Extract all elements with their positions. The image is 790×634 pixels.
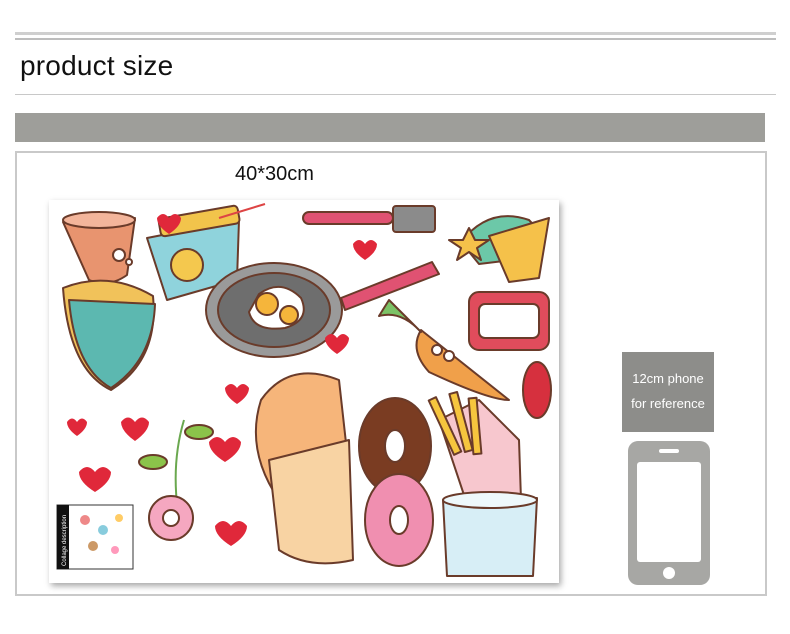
dimension-label: 40*30cm xyxy=(235,163,314,185)
bread-sticker xyxy=(254,372,354,565)
sticker-sheet-image: Collage description xyxy=(49,200,559,583)
header-rule-top xyxy=(15,32,776,35)
title-divider xyxy=(15,94,776,95)
section-banner xyxy=(15,113,765,142)
spatula-sticker xyxy=(302,205,436,233)
cup-sticker xyxy=(62,211,136,285)
phone-icon xyxy=(628,441,710,585)
donut-sticker xyxy=(358,397,434,567)
cupcake-sticker xyxy=(448,215,550,283)
flower-sticker xyxy=(138,419,214,541)
header-rule-bottom xyxy=(15,38,776,40)
glass-sticker xyxy=(442,491,538,577)
phone-reference-label: 12cm phone for reference xyxy=(622,352,714,432)
frying-pan-sticker xyxy=(205,261,440,358)
bowl-sticker xyxy=(62,279,156,391)
reference-line-2: for reference xyxy=(631,396,705,411)
section-title: product size xyxy=(20,50,174,81)
collage-description-inset: Collage description xyxy=(56,504,134,570)
reference-line-1: 12cm phone xyxy=(632,371,704,386)
jam-jar-sticker xyxy=(468,291,552,419)
collage-description-label: Collage description xyxy=(62,515,68,566)
food-stickers-illustration: Collage description xyxy=(56,203,552,577)
